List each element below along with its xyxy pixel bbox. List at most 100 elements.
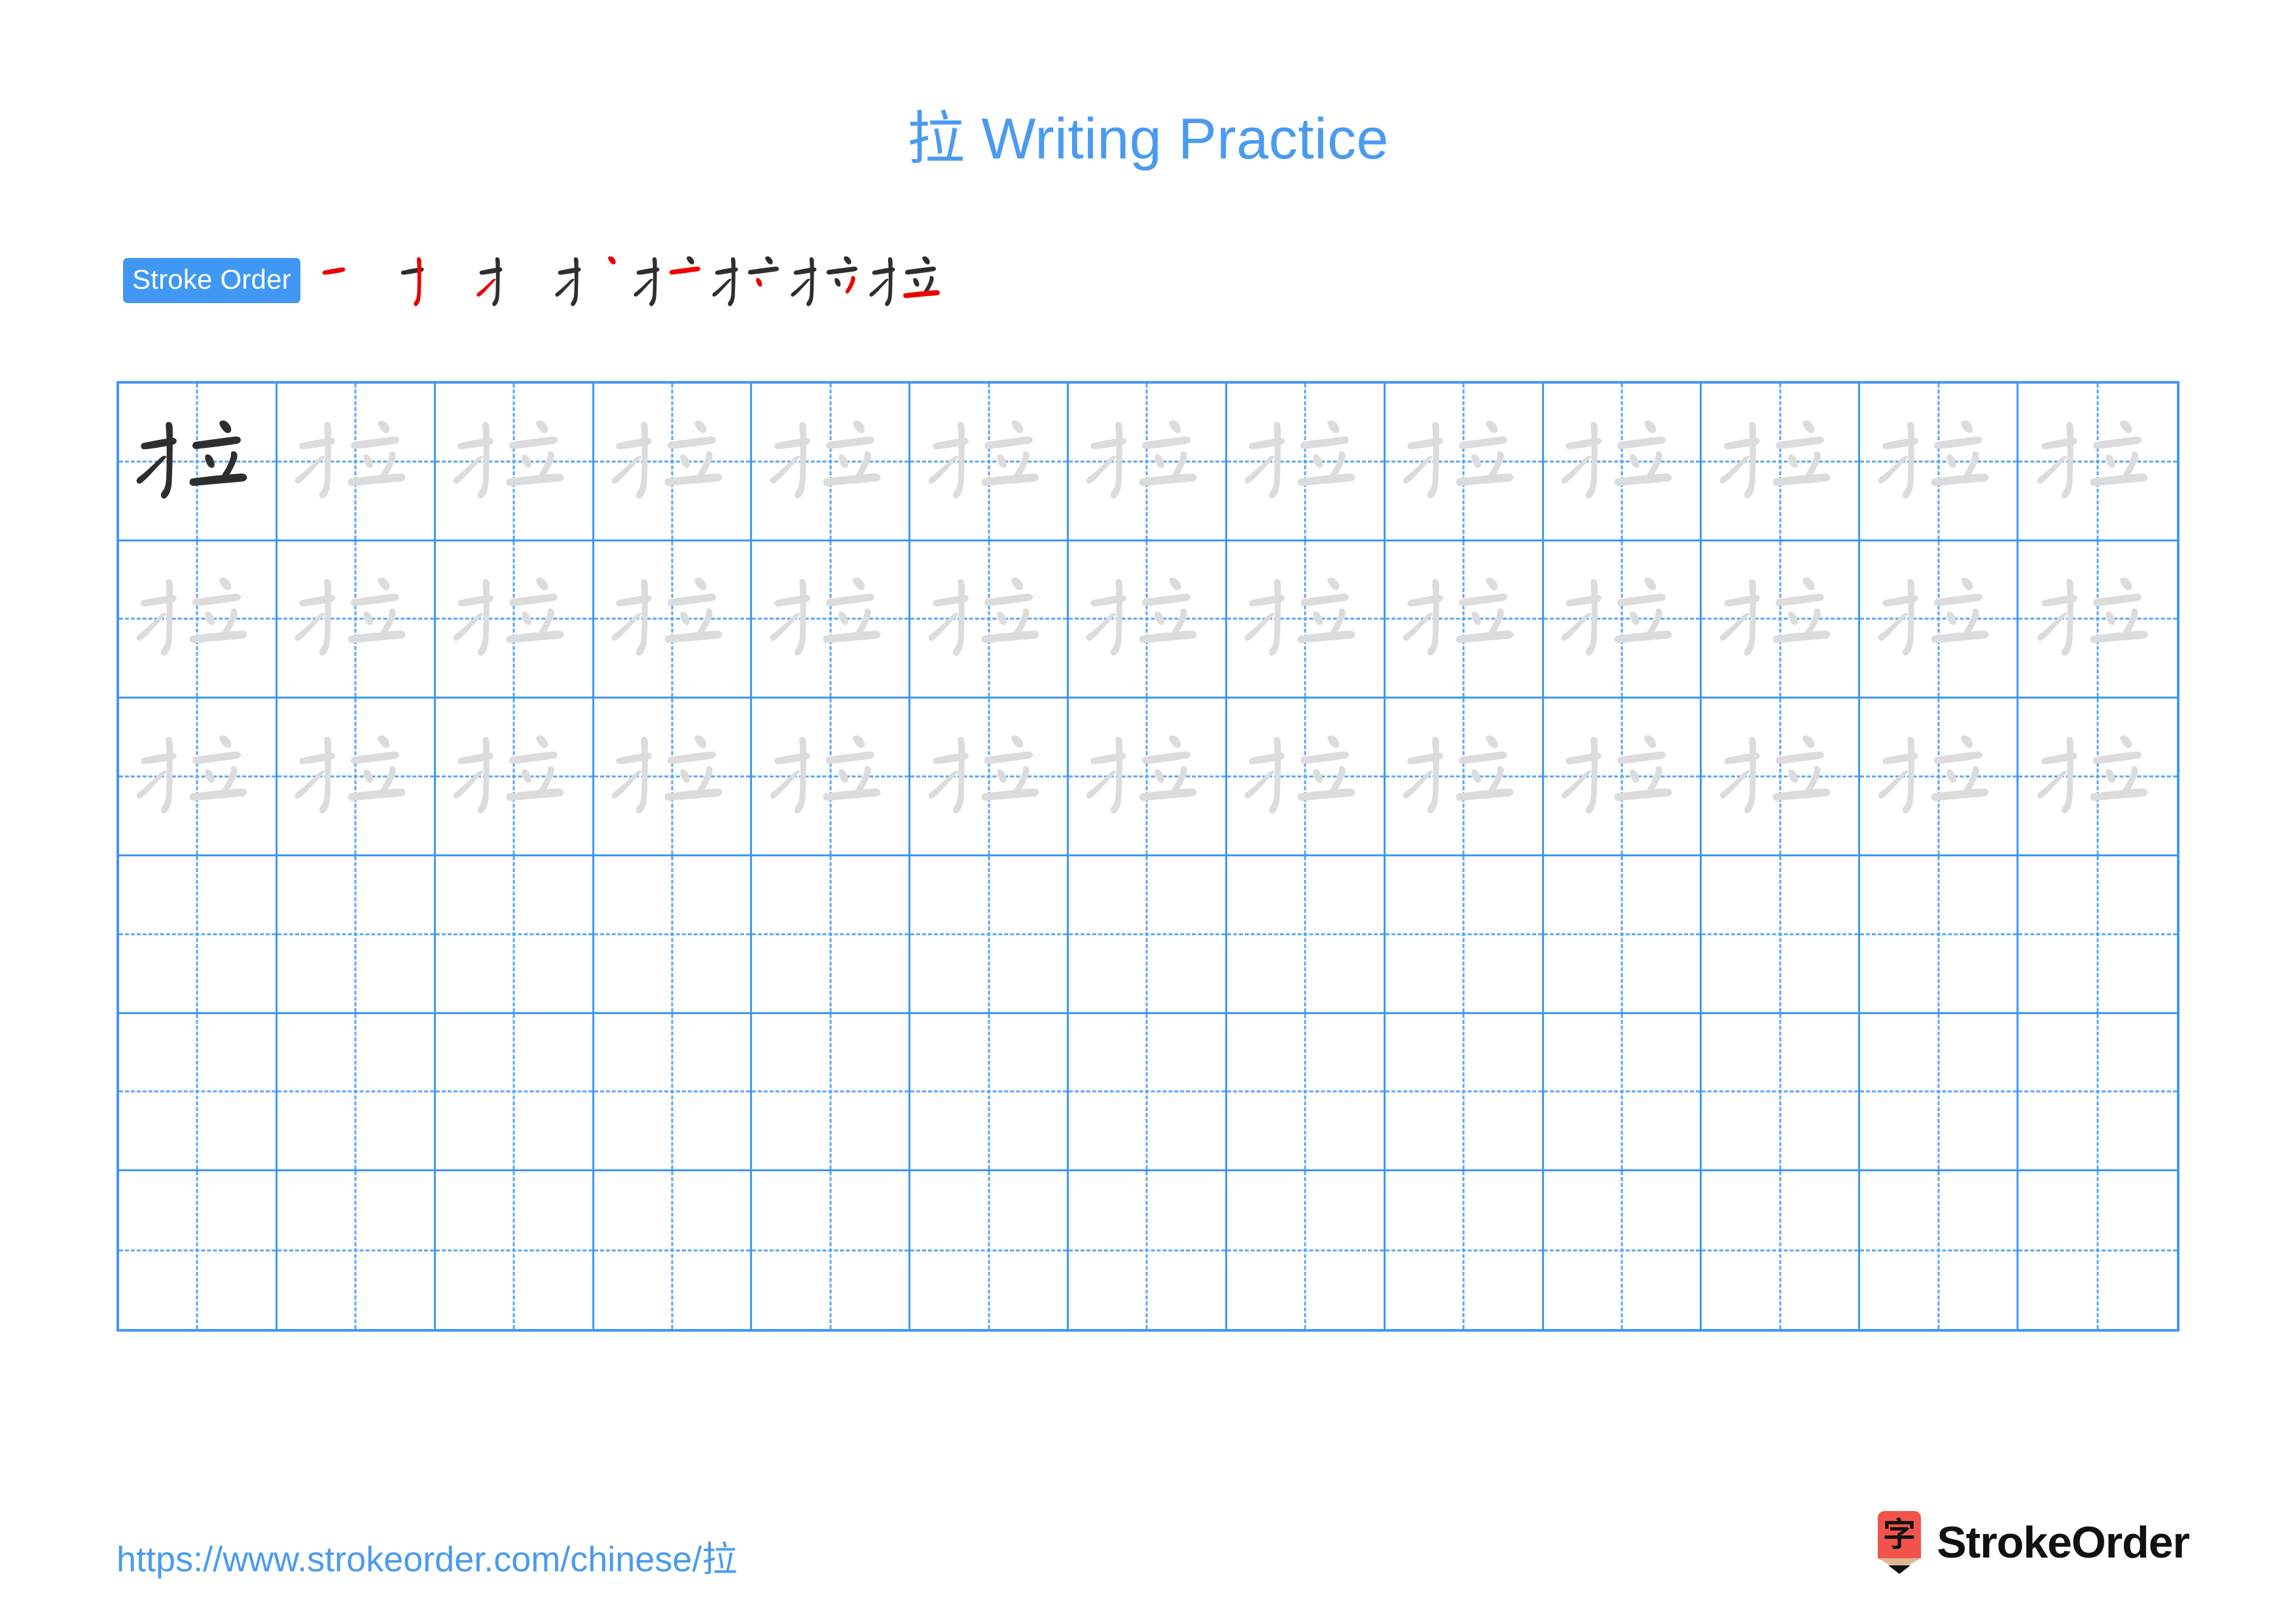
stroke-order-badge: Stroke Order <box>123 258 300 303</box>
grid-cell-r6-c5[interactable] <box>752 1171 911 1329</box>
grid-cell-r4-c11[interactable] <box>1702 856 1861 1014</box>
grid-cell-r2-c11[interactable] <box>1702 541 1861 699</box>
grid-cell-r2-c13[interactable] <box>2018 541 2177 699</box>
grid-cell-r4-c13[interactable] <box>2018 856 2177 1014</box>
trace-character <box>1702 384 1858 539</box>
svg-text:字: 字 <box>1883 1516 1916 1554</box>
grid-cell-r1-c3[interactable] <box>435 384 594 541</box>
grid-cell-r3-c12[interactable] <box>1860 699 2019 856</box>
trace-character <box>594 384 751 539</box>
page-title-character: 拉 <box>906 105 965 172</box>
grid-cell-r5-c11[interactable] <box>1702 1013 1861 1172</box>
grid-cell-r6-c12[interactable] <box>1860 1171 2019 1329</box>
trace-character <box>1544 699 1700 854</box>
grid-cell-r5-c13[interactable] <box>2018 1014 2177 1172</box>
grid-cell-r5-c7[interactable] <box>1069 1013 1227 1172</box>
grid-cell-r1-c4[interactable] <box>594 384 753 541</box>
strokeorder-pencil-icon: 字 <box>1875 1510 1924 1575</box>
trace-character <box>278 384 434 539</box>
grid-cell-r3-c8[interactable] <box>1227 699 1386 856</box>
grid-cell-r2-c10[interactable] <box>1543 541 1702 699</box>
footer-url[interactable]: https://www.strokeorder.com/chinese/拉 <box>117 1530 737 1582</box>
stroke-order-step-5 <box>629 242 708 321</box>
grid-cell-r4-c7[interactable] <box>1069 856 1227 1014</box>
grid-cell-r4-c8[interactable] <box>1227 856 1386 1014</box>
grid-cell-r3-c2[interactable] <box>277 699 436 856</box>
grid-cell-r4-c6[interactable] <box>910 856 1069 1014</box>
grid-cell-r4-c12[interactable] <box>1860 856 2019 1014</box>
grid-cell-r5-c4[interactable] <box>594 1013 753 1172</box>
grid-cell-r3-c9[interactable] <box>1385 699 1544 856</box>
grid-cell-r3-c3[interactable] <box>435 699 594 856</box>
grid-cell-r2-c3[interactable] <box>435 541 594 699</box>
grid-cell-r2-c7[interactable] <box>1069 541 1227 699</box>
grid-cell-r6-c13[interactable] <box>2018 1171 2177 1329</box>
grid-cell-r4-c9[interactable] <box>1385 856 1544 1014</box>
trace-character <box>1860 384 2017 539</box>
grid-cell-r6-c9[interactable] <box>1386 1171 1544 1329</box>
grid-cell-r5-c1[interactable] <box>119 1013 278 1172</box>
trace-character <box>1860 541 2017 697</box>
grid-cell-r1-c11[interactable] <box>1702 384 1861 541</box>
grid-cell-r5-c8[interactable] <box>1227 1013 1386 1172</box>
stroke-order-step-4 <box>550 242 629 321</box>
grid-cell-r6-c10[interactable] <box>1544 1171 1702 1329</box>
grid-cell-r3-c11[interactable] <box>1702 699 1861 856</box>
grid-cell-r5-c5[interactable] <box>752 1013 911 1172</box>
grid-cell-r4-c5[interactable] <box>752 856 911 1014</box>
grid-cell-r5-c9[interactable] <box>1385 1013 1544 1172</box>
trace-character <box>1544 541 1700 697</box>
trace-character <box>752 384 908 539</box>
grid-cell-r1-c8[interactable] <box>1227 384 1386 541</box>
trace-character <box>1386 384 1542 539</box>
grid-cell-r6-c7[interactable] <box>1069 1171 1227 1329</box>
grid-cell-r3-c5[interactable] <box>752 699 911 856</box>
stroke-order-step-7 <box>786 242 865 321</box>
grid-cell-r4-c10[interactable] <box>1543 856 1702 1014</box>
grid-cell-r2-c12[interactable] <box>1860 541 2019 699</box>
grid-cell-r1-c9[interactable] <box>1385 384 1544 541</box>
grid-cell-r6-c1[interactable] <box>119 1171 278 1329</box>
grid-cell-r1-c1[interactable] <box>119 384 278 541</box>
grid-cell-r1-c2[interactable] <box>277 384 436 541</box>
grid-cell-r6-c6[interactable] <box>910 1171 1069 1329</box>
grid-cell-r4-c3[interactable] <box>435 856 594 1014</box>
grid-cell-r1-c12[interactable] <box>1860 384 2019 541</box>
grid-cell-r6-c8[interactable] <box>1227 1171 1386 1329</box>
grid-cell-r1-c13[interactable] <box>2018 384 2177 541</box>
grid-cell-r6-c3[interactable] <box>436 1171 594 1329</box>
trace-character <box>119 541 276 697</box>
trace-character <box>278 541 434 697</box>
grid-cell-r2-c1[interactable] <box>119 541 278 699</box>
grid-cell-r4-c2[interactable] <box>277 856 436 1014</box>
grid-cell-r2-c8[interactable] <box>1227 541 1386 699</box>
grid-cell-r3-c6[interactable] <box>910 699 1069 856</box>
grid-cell-r5-c2[interactable] <box>277 1013 436 1172</box>
grid-cell-r1-c6[interactable] <box>910 384 1069 541</box>
trace-character <box>278 699 434 854</box>
grid-cell-r6-c4[interactable] <box>594 1171 753 1329</box>
grid-cell-r2-c9[interactable] <box>1385 541 1544 699</box>
grid-cell-r6-c2[interactable] <box>278 1171 436 1329</box>
grid-cell-r6-c11[interactable] <box>1702 1171 1861 1329</box>
grid-cell-r2-c5[interactable] <box>752 541 911 699</box>
grid-cell-r3-c10[interactable] <box>1543 699 1702 856</box>
stroke-order-step-8 <box>865 242 943 321</box>
grid-cell-r3-c1[interactable] <box>119 699 278 856</box>
grid-cell-r1-c10[interactable] <box>1543 384 1702 541</box>
grid-cell-r1-c5[interactable] <box>752 384 911 541</box>
grid-cell-r5-c3[interactable] <box>435 1013 594 1172</box>
grid-cell-r3-c7[interactable] <box>1069 699 1227 856</box>
grid-cell-r4-c4[interactable] <box>594 856 753 1014</box>
grid-cell-r3-c13[interactable] <box>2018 699 2177 856</box>
grid-cell-r5-c10[interactable] <box>1543 1013 1702 1172</box>
grid-cell-r5-c6[interactable] <box>910 1013 1069 1172</box>
grid-cell-r1-c7[interactable] <box>1069 384 1227 541</box>
grid-cell-r2-c4[interactable] <box>594 541 753 699</box>
grid-cell-r4-c1[interactable] <box>119 856 278 1014</box>
grid-cell-r2-c6[interactable] <box>910 541 1069 699</box>
grid-cell-r2-c2[interactable] <box>277 541 436 699</box>
grid-cell-r3-c4[interactable] <box>594 699 753 856</box>
grid-cell-r5-c12[interactable] <box>1860 1013 2019 1172</box>
stroke-order-step-list <box>315 242 943 321</box>
